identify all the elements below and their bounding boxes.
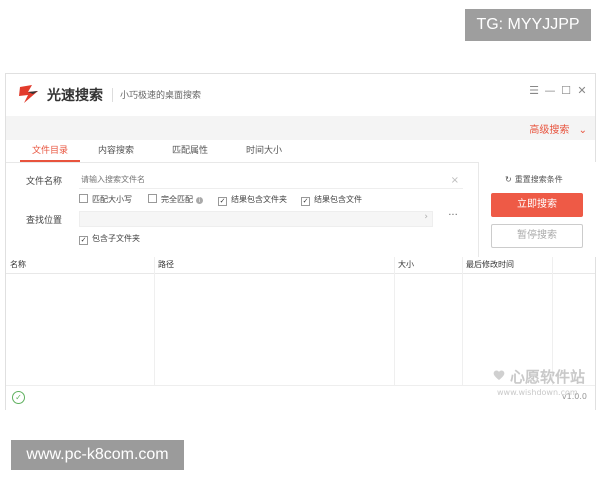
option-label: 完全匹配	[161, 195, 193, 204]
results-table-header: 名称 路径 大小 最后修改时间	[6, 257, 595, 274]
app-logo-icon	[19, 85, 38, 103]
column-header-name[interactable]: 名称	[6, 257, 154, 273]
file-name-label: 文件名称	[26, 177, 63, 187]
watermark-text: 心愿软件站	[510, 368, 586, 386]
heart-watermark-icon	[493, 370, 505, 380]
refresh-icon: ↻	[505, 175, 512, 184]
checkmark-icon: ✓	[301, 197, 310, 206]
app-title: 光速搜索	[47, 88, 103, 104]
file-name-field-wrap: ×	[79, 172, 463, 189]
maximize-icon[interactable]: ☐	[559, 84, 573, 98]
column-header-size[interactable]: 大小	[394, 257, 462, 273]
tab-time-size[interactable]: 时间大小	[234, 140, 294, 162]
checkbox-icon	[79, 194, 88, 203]
results-list[interactable]	[6, 274, 595, 384]
browse-button[interactable]: ···	[443, 211, 463, 225]
option-label: 包含子文件夹	[92, 234, 140, 243]
file-name-input[interactable]	[79, 174, 443, 185]
status-check-icon: ✓	[12, 391, 25, 404]
site-watermark-badge: www.pc-k8com.com	[11, 440, 184, 470]
title-divider	[112, 88, 113, 102]
search-now-button[interactable]: 立即搜索	[491, 193, 583, 217]
tg-watermark-badge: TG: MYYJJPP	[465, 9, 591, 41]
watermark-url: www.wishdown.com	[497, 388, 578, 397]
reset-label: 重置搜索条件	[514, 175, 563, 184]
option-include-subfolders[interactable]: ✓ 包含子文件夹	[79, 233, 140, 245]
advanced-search-toggle[interactable]: 高级搜索 ⌄	[529, 121, 587, 136]
advanced-search-label: 高级搜索	[529, 125, 570, 136]
option-label: 结果包含文件	[314, 195, 362, 204]
clear-icon[interactable]: ×	[451, 173, 459, 189]
menu-icon[interactable]: ☰	[527, 84, 541, 98]
checkmark-icon: ✓	[79, 236, 88, 245]
action-panel: ↻ 重置搜索条件 立即搜索 暂停搜索	[478, 162, 596, 257]
app-window: 光速搜索 小巧极速的桌面搜索 ☰ — ☐ ✕ 高级搜索 ⌄ 文件目录 内容搜索 …	[5, 73, 596, 410]
tab-file-directory[interactable]: 文件目录	[20, 140, 80, 162]
option-include-files[interactable]: ✓ 结果包含文件	[301, 194, 362, 206]
close-icon[interactable]: ✕	[575, 84, 589, 98]
chevron-right-icon: ›	[424, 212, 428, 222]
option-exact-match[interactable]: 完全匹配 i	[148, 194, 203, 205]
minimize-icon[interactable]: —	[543, 84, 557, 98]
option-include-folders[interactable]: ✓ 结果包含文件夹	[218, 194, 287, 206]
title-bar: 光速搜索 小巧极速的桌面搜索 ☰ — ☐ ✕	[6, 74, 595, 116]
advanced-bar: 高级搜索 ⌄	[6, 116, 595, 140]
search-location-input[interactable]: ›	[79, 211, 433, 227]
checkbox-icon	[148, 194, 157, 203]
option-label: 匹配大小写	[92, 195, 132, 204]
option-label: 结果包含文件夹	[231, 195, 287, 204]
reset-search-button[interactable]: ↻ 重置搜索条件	[505, 174, 563, 185]
info-icon[interactable]: i	[196, 197, 203, 204]
chevron-down-icon: ⌄	[578, 125, 587, 136]
pause-search-button[interactable]: 暂停搜索	[491, 224, 583, 248]
column-header-modified[interactable]: 最后修改时间	[462, 257, 552, 273]
checkmark-icon: ✓	[218, 197, 227, 206]
app-subtitle: 小巧极速的桌面搜索	[120, 91, 202, 101]
tab-bar: 文件目录 内容搜索 匹配属性 时间大小	[6, 140, 595, 163]
search-location-label: 查找位置	[26, 216, 63, 226]
column-header-path[interactable]: 路径	[154, 257, 394, 273]
tab-content-search[interactable]: 内容搜索	[86, 140, 146, 162]
option-match-case[interactable]: 匹配大小写	[79, 194, 132, 205]
tab-match-attributes[interactable]: 匹配属性	[160, 140, 220, 162]
